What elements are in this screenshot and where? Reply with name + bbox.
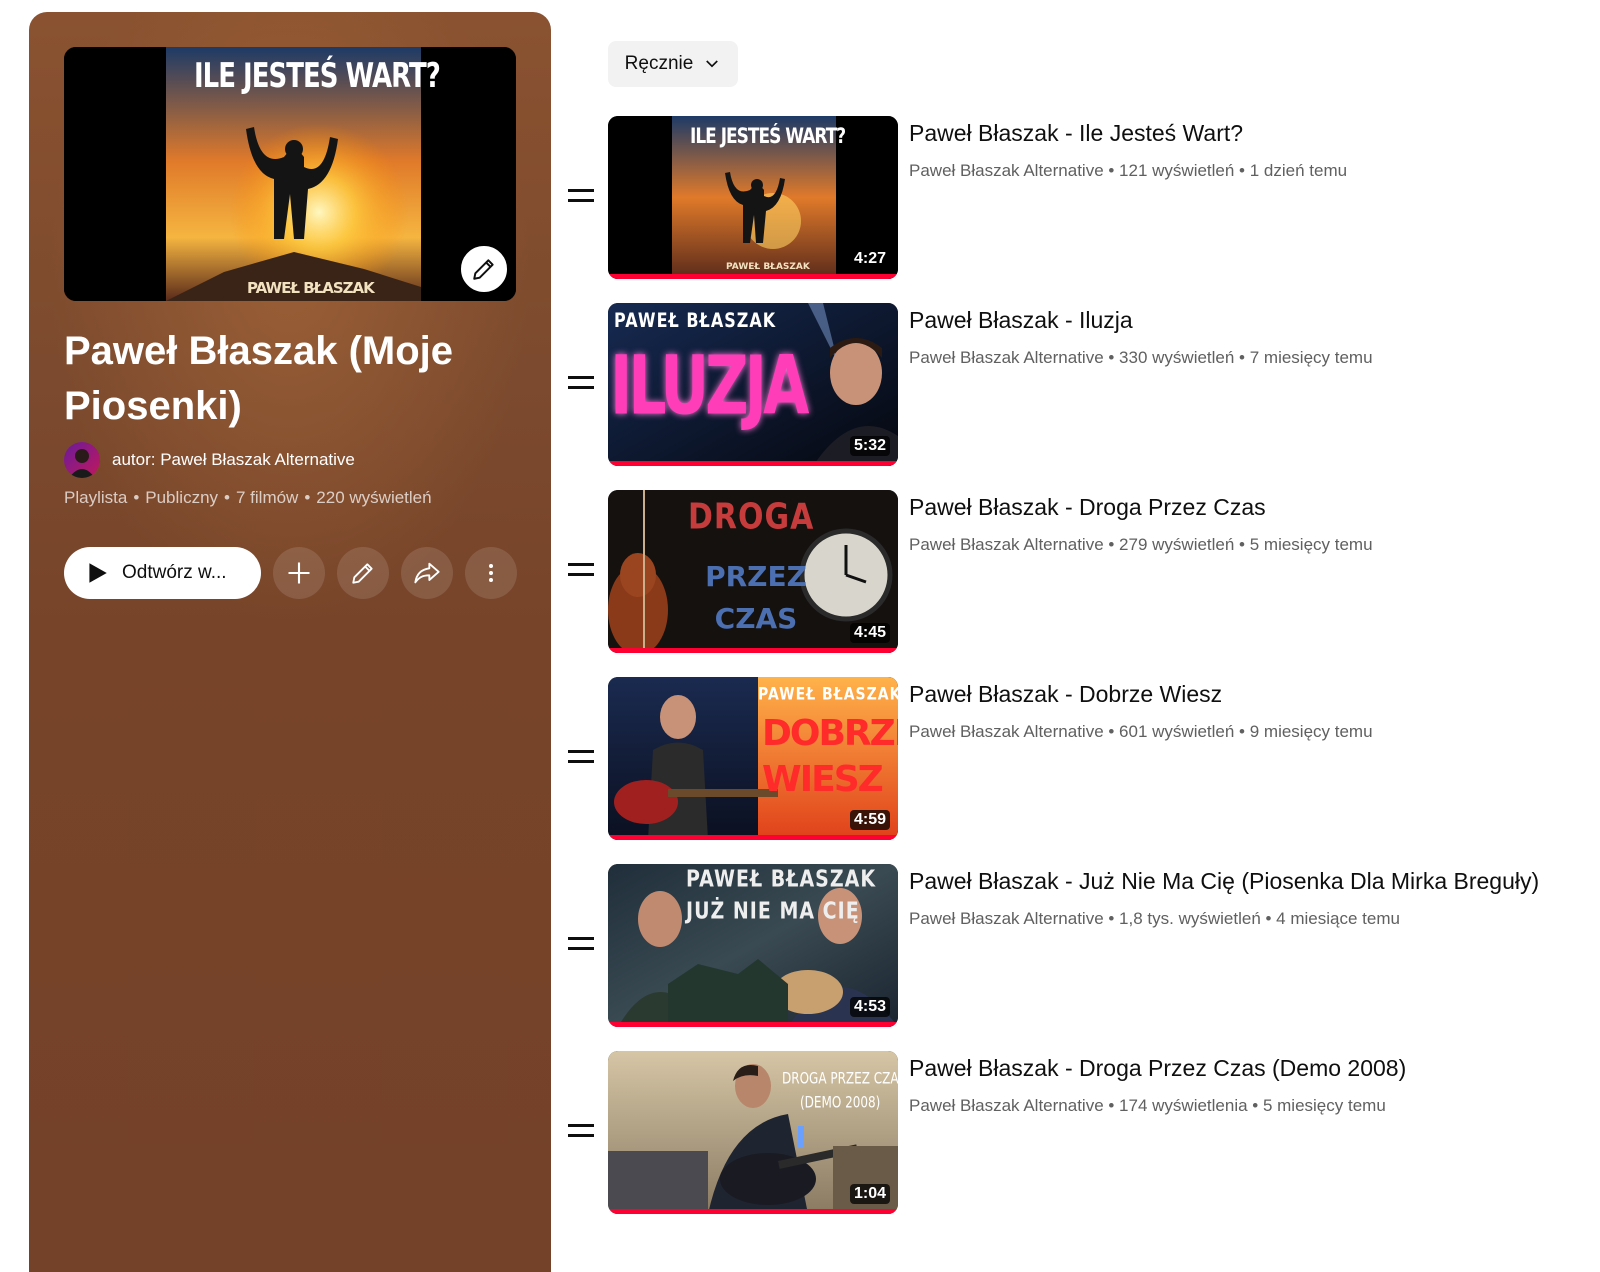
meta-separator: • [304, 488, 311, 507]
meta-separator: • [224, 488, 230, 507]
avatar-person-icon [69, 449, 95, 478]
pencil-icon [473, 259, 494, 280]
playlist-video-item[interactable]: PAWEŁ BŁASZAK JUŻ NIE MA CIĘ 4:53 Paweł … [560, 864, 1590, 1028]
playlist-video-item[interactable]: ILE JESTEŚ WART? PAWEŁ BŁASZAK 4:27 Pawe… [560, 116, 1590, 280]
play-icon [89, 563, 107, 583]
avatar[interactable] [64, 442, 100, 478]
more-actions-button[interactable] [465, 547, 517, 599]
playlist-type: Playlista [64, 488, 128, 507]
video-duration: 4:53 [849, 997, 890, 1017]
playlist-actions: Odtwórz w... [64, 547, 517, 599]
sort-label: Ręcznie [624, 53, 694, 74]
playlist-cover[interactable]: ILE JESTEŚ WART? PAWEŁ BŁASZAK [64, 47, 516, 301]
pencil-icon [352, 563, 373, 584]
plus-icon [288, 562, 310, 584]
meta-separator: • [133, 488, 140, 507]
playlist-title: Paweł Błaszak (Moje Piosenki) [64, 329, 454, 428]
author-row[interactable]: autor: Paweł Błaszak Alternative [64, 442, 355, 478]
video-title[interactable]: Paweł Błaszak - Już Nie Ma Cię (Piosenka… [909, 866, 1539, 896]
video-thumbnail[interactable]: ILE JESTEŚ WART? PAWEŁ BŁASZAK 4:27 [608, 116, 898, 279]
play-all-label: Odtwórz w... [122, 562, 227, 583]
play-all-button[interactable]: Odtwórz w... [64, 547, 261, 599]
thumbnail-subtitle-text: (DEMO 2008) [800, 1093, 881, 1112]
video-duration: 4:27 [849, 249, 890, 269]
playlist-header-panel: ILE JESTEŚ WART? PAWEŁ BŁASZAK Paweł Bła… [29, 12, 551, 1272]
playlist-video-count: 7 filmów [235, 488, 299, 507]
playlist-view-count: 220 wyświetleń [316, 488, 432, 507]
video-meta: Paweł Błaszak Alternative • 601 wyświetl… [909, 722, 1373, 741]
video-title[interactable]: Paweł Błaszak - Iluzja [909, 305, 1133, 335]
video-title[interactable]: Paweł Błaszak - Droga Przez Czas (Demo 2… [909, 1053, 1406, 1083]
watch-progress-bar [608, 1209, 898, 1214]
author-link[interactable]: autor: Paweł Błaszak Alternative [112, 450, 355, 470]
thumbnail-subtitle-text: PRZEZ CZAS [705, 560, 807, 635]
video-thumbnail[interactable]: PAWEŁ BŁASZAK DOBRZE WIESZ 4:59 [608, 677, 898, 840]
thumbnail-title-text: DOBRZE WIESZ [762, 713, 898, 800]
video-title[interactable]: Paweł Błaszak - Dobrze Wiesz [909, 679, 1222, 709]
thumbnail-artist-text: PAWEŁ BŁASZAK [614, 309, 777, 332]
playlist-video-item[interactable]: DROGA PRZEZ CZAS 4:45 Paweł Błaszak - Dr… [560, 490, 1590, 654]
sort-dropdown[interactable]: Ręcznie [608, 41, 738, 87]
video-thumbnail[interactable]: DROGA PRZEZ CZAS (DEMO 2008) 1:04 [608, 1051, 898, 1214]
playlist-video-item[interactable]: DROGA PRZEZ CZAS (DEMO 2008) 1:04 Paweł … [560, 1051, 1590, 1215]
drag-handle-icon[interactable] [568, 747, 594, 767]
video-duration: 4:59 [849, 810, 890, 830]
more-vert-icon [489, 564, 493, 582]
edit-playlist-button[interactable] [337, 547, 389, 599]
video-thumbnail[interactable]: DROGA PRZEZ CZAS 4:45 [608, 490, 898, 653]
share-icon [414, 562, 440, 584]
playlist-video-item[interactable]: PAWEŁ BŁASZAK ILUZJA 5:32 Paweł Błaszak … [560, 303, 1590, 467]
thumbnail-title-text: ILE JESTEŚ WART? [690, 124, 846, 149]
watch-progress-bar [608, 1022, 898, 1027]
watch-progress-bar [608, 648, 898, 653]
watch-progress-bar [608, 461, 898, 466]
watch-progress-bar [608, 274, 898, 279]
video-meta: Paweł Błaszak Alternative • 1,8 tys. wyś… [909, 909, 1400, 928]
drag-handle-icon[interactable] [568, 186, 594, 206]
drag-handle-icon[interactable] [568, 1121, 594, 1141]
drag-handle-icon[interactable] [568, 560, 594, 580]
playlist-meta: Playlista • Publiczny • 7 filmów • 220 w… [64, 488, 432, 508]
playlist-privacy: Publiczny [145, 488, 219, 507]
drag-handle-icon[interactable] [568, 934, 594, 954]
thumbnail-artist-text: PAWEŁ BŁASZAK [726, 262, 810, 272]
thumbnail-artist-text: PAWEŁ BŁASZAK [758, 685, 898, 705]
video-meta: Paweł Błaszak Alternative • 121 wyświetl… [909, 161, 1348, 180]
video-title[interactable]: Paweł Błaszak - Droga Przez Czas [909, 492, 1266, 522]
cover-artist-text: PAWEŁ BŁASZAK [247, 279, 375, 297]
cover-title-text: ILE JESTEŚ WART? [194, 57, 441, 96]
video-meta: Paweł Błaszak Alternative • 330 wyświetl… [909, 348, 1373, 367]
watch-progress-bar [608, 835, 898, 840]
video-meta: Paweł Błaszak Alternative • 279 wyświetl… [909, 535, 1373, 554]
chevron-down-icon [706, 60, 719, 68]
video-duration: 1:04 [849, 1184, 890, 1204]
thumbnail-title-text: ILUZJA [610, 339, 809, 434]
video-thumbnail[interactable]: PAWEŁ BŁASZAK JUŻ NIE MA CIĘ 4:53 [608, 864, 898, 1027]
thumbnail-title-text: DROGA [688, 496, 815, 538]
thumbnail-title-text: JUŻ NIE MA CIĘ [686, 898, 860, 925]
share-button[interactable] [401, 547, 453, 599]
thumbnail-artist-text: PAWEŁ BŁASZAK [686, 866, 877, 893]
video-duration: 5:32 [849, 436, 890, 456]
video-title[interactable]: Paweł Błaszak - Ile Jesteś Wart? [909, 118, 1243, 148]
video-thumbnail[interactable]: PAWEŁ BŁASZAK ILUZJA 5:32 [608, 303, 898, 466]
drag-handle-icon[interactable] [568, 373, 594, 393]
thumbnail-title-text: DROGA PRZEZ CZAS [782, 1069, 898, 1088]
edit-cover-button[interactable] [459, 244, 509, 294]
video-meta: Paweł Błaszak Alternative • 174 wyświetl… [909, 1096, 1386, 1115]
video-duration: 4:45 [849, 623, 890, 643]
add-to-button[interactable] [273, 547, 325, 599]
playlist-video-item[interactable]: PAWEŁ BŁASZAK DOBRZE WIESZ 4:59 Paweł Bł… [560, 677, 1590, 841]
